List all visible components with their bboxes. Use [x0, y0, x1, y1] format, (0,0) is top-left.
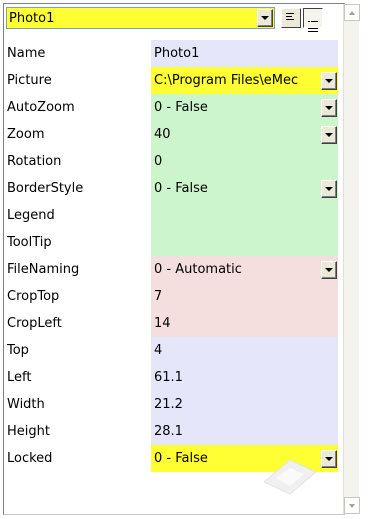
property-value-field[interactable]: 40: [151, 121, 338, 148]
property-value-field[interactable]: [151, 229, 338, 256]
property-value: 0 - False: [154, 181, 208, 196]
property-row[interactable]: BorderStyle 0 - False: [4, 175, 338, 202]
property-value: 61.1: [154, 370, 183, 385]
property-value-field[interactable]: [151, 202, 338, 229]
property-name: Legend: [7, 208, 55, 223]
property-value-field[interactable]: 4: [151, 337, 338, 364]
property-value-field[interactable]: 28.1: [151, 418, 338, 445]
lines-left-icon: [286, 13, 296, 23]
property-value-field[interactable]: 0 - False: [151, 94, 338, 121]
property-name: Name: [7, 46, 46, 61]
property-name: Top: [7, 343, 29, 358]
object-selector[interactable]: Photo1: [6, 7, 275, 29]
property-row[interactable]: Left 61.1: [4, 364, 338, 391]
scroll-up-button[interactable]: [344, 4, 360, 21]
arrow-down-icon: [349, 504, 355, 508]
property-name: Height: [7, 424, 50, 439]
vertical-scrollbar[interactable]: [343, 4, 360, 514]
scroll-down-button[interactable]: [344, 497, 360, 514]
property-value: 0 - Automatic: [154, 262, 242, 277]
property-name: Zoom: [7, 127, 45, 142]
property-value: 21.2: [154, 397, 183, 412]
property-name: BorderStyle: [7, 181, 84, 196]
property-row[interactable]: Rotation 0: [4, 148, 338, 175]
chevron-down-icon: [325, 187, 333, 191]
property-row[interactable]: Picture C:\Program Files\eMec: [4, 67, 338, 94]
property-name: Rotation: [7, 154, 62, 169]
property-value: 7: [154, 289, 163, 304]
property-name: CropTop: [7, 289, 60, 304]
chevron-down-icon: [325, 133, 333, 137]
property-row[interactable]: Legend: [4, 202, 338, 229]
property-dropdown-button[interactable]: [321, 261, 337, 279]
property-value: 4: [154, 343, 163, 358]
property-name: Picture: [7, 73, 52, 88]
property-value: 40: [154, 127, 171, 142]
chevron-down-icon: [325, 79, 333, 83]
property-row[interactable]: FileNaming 0 - Automatic: [4, 256, 338, 283]
sort-categorized-button[interactable]: [303, 8, 323, 32]
property-value: Photo1: [154, 46, 200, 61]
property-value-field[interactable]: Photo1: [151, 40, 338, 67]
watermark-logo: [263, 459, 317, 495]
property-name: Left: [7, 370, 32, 385]
property-value-field[interactable]: 7: [151, 283, 338, 310]
chevron-down-icon: [261, 16, 269, 20]
property-dropdown-button[interactable]: [321, 126, 337, 144]
property-value-field[interactable]: C:\Program Files\eMec: [151, 67, 338, 94]
property-dropdown-button[interactable]: [321, 72, 337, 90]
property-name: ToolTip: [7, 235, 52, 250]
lines-list-icon: [308, 13, 318, 32]
sort-alphabetical-button[interactable]: [281, 8, 301, 28]
property-name: Locked: [7, 451, 53, 466]
property-dropdown-button[interactable]: [321, 450, 337, 468]
property-value: 14: [154, 316, 171, 331]
property-row[interactable]: Width 21.2: [4, 391, 338, 418]
property-row[interactable]: Name Photo1: [4, 40, 338, 67]
chevron-down-icon: [325, 268, 333, 272]
properties-panel: Photo1 Name Photo1 Picture C:\Program Files…: [0, 0, 368, 519]
object-selector-dropdown-button[interactable]: [257, 9, 273, 27]
property-name: FileNaming: [7, 262, 80, 277]
property-value: C:\Program Files\eMec: [154, 73, 299, 88]
property-name: CropLeft: [7, 316, 62, 331]
arrow-up-icon: [349, 11, 355, 15]
property-row[interactable]: Zoom 40: [4, 121, 338, 148]
chevron-down-icon: [325, 457, 333, 461]
property-value-field[interactable]: 61.1: [151, 364, 338, 391]
property-value-field[interactable]: 21.2: [151, 391, 338, 418]
property-value: 0: [154, 154, 163, 169]
property-value: 28.1: [154, 424, 183, 439]
property-value-field[interactable]: 0 - Automatic: [151, 256, 338, 283]
property-value: 0 - False: [154, 451, 208, 466]
property-value-field[interactable]: 14: [151, 310, 338, 337]
property-value-field[interactable]: 0 - False: [151, 175, 338, 202]
property-name: AutoZoom: [7, 100, 75, 115]
property-row[interactable]: CropTop 7: [4, 283, 338, 310]
property-name: Width: [7, 397, 45, 412]
object-selector-value: Photo1: [9, 11, 55, 26]
property-value: 0 - False: [154, 100, 208, 115]
property-dropdown-button[interactable]: [321, 180, 337, 198]
chevron-down-icon: [325, 106, 333, 110]
property-value-field[interactable]: 0: [151, 148, 338, 175]
property-row[interactable]: ToolTip: [4, 229, 338, 256]
property-row[interactable]: Top 4: [4, 337, 338, 364]
property-row[interactable]: CropLeft 14: [4, 310, 338, 337]
property-row[interactable]: Height 28.1: [4, 418, 338, 445]
property-dropdown-button[interactable]: [321, 99, 337, 117]
property-row[interactable]: AutoZoom 0 - False: [4, 94, 338, 121]
